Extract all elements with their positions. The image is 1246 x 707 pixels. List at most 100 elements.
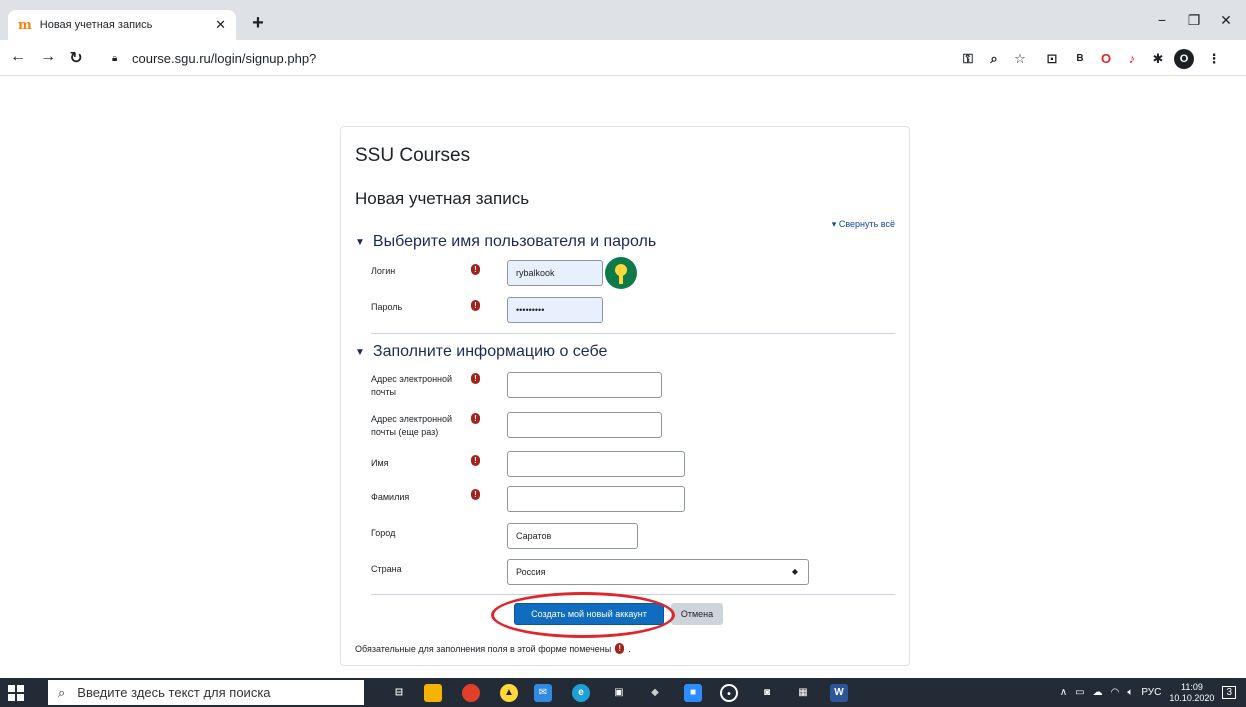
yandex-disk-icon[interactable]: ▲ — [500, 684, 518, 702]
required-note-text: Обязательные для заполнения поля в этой … — [355, 643, 612, 654]
extension-opera-icon[interactable]: O — [1096, 49, 1116, 69]
file-explorer-icon[interactable] — [424, 684, 442, 702]
lastname-label: Фамилия — [371, 492, 410, 502]
minimize-icon[interactable]: − — [1150, 12, 1174, 28]
clock[interactable]: 11:09 10.10.2020 — [1169, 682, 1214, 704]
mail-icon[interactable]: ✉ — [534, 684, 552, 702]
browser-tab[interactable]: m Новая учетная запись ✕ — [8, 10, 236, 40]
country-select[interactable]: Россия ◆ — [507, 559, 809, 585]
page-title: Новая учетная запись — [355, 189, 530, 208]
task-view-icon[interactable]: ⊟ — [390, 684, 408, 702]
email-again-label-line1: Адрес электронной — [371, 414, 453, 424]
collapse-all-label: Свернуть всё — [838, 219, 895, 229]
fox-app-icon[interactable]: ◆ — [646, 684, 664, 702]
password-manager-key-icon[interactable] — [605, 257, 637, 289]
browser-tab-bar: m Новая учетная запись ✕ + − ❐ ✕ — [0, 0, 1246, 40]
restore-icon[interactable]: ❐ — [1182, 12, 1206, 29]
required-icon: ! — [471, 413, 480, 424]
password-input[interactable]: ••••••••• — [507, 297, 603, 323]
clock-date: 10.10.2020 — [1169, 692, 1215, 703]
city-label: Город — [371, 528, 396, 538]
bookmark-star-icon[interactable]: ☆ — [1010, 49, 1030, 69]
taskbar-search-box[interactable]: ⌕ Введите здесь текст для поиска — [48, 680, 364, 705]
wifi-icon[interactable]: ◠ — [1111, 687, 1120, 698]
window-close-icon[interactable]: ✕ — [1214, 12, 1238, 29]
red-highlight-ring — [491, 592, 675, 638]
new-tab-icon[interactable]: + — [246, 12, 270, 36]
browser-toolbar: ← → ↻ 🔒︎ course.sgu.ru/login/signup.php?… — [0, 40, 1246, 76]
windows-start-icon[interactable] — [8, 685, 24, 701]
required-icon: ! — [471, 300, 480, 311]
required-note-end: . — [628, 643, 631, 654]
extension-translate-icon[interactable]: ⊡ — [1042, 49, 1062, 69]
email-input[interactable] — [507, 372, 662, 398]
required-fields-note: Обязательные для заполнения поля в этой … — [355, 643, 631, 654]
email-again-input[interactable] — [507, 412, 662, 438]
reload-icon[interactable]: ↻ — [66, 48, 86, 68]
taskbar-search-placeholder: Введите здесь текст для поиска — [77, 685, 271, 700]
windows-taskbar: ⌕ Введите здесь текст для поиска ⊟ ▲ ✉ e… — [0, 678, 1246, 707]
caret-down-icon: ▼ — [355, 236, 365, 248]
url-text: course.sgu.ru/login/signup.php? — [132, 50, 317, 66]
section-username-password-title: Выберите имя пользователя и пароль — [372, 233, 657, 250]
word-icon[interactable]: W — [830, 684, 848, 702]
section-personal-info-header[interactable]: ▼ Заполните информацию о себе — [355, 343, 607, 361]
notifications-icon[interactable]: 3 — [1222, 686, 1236, 699]
tab-title: Новая учетная запись — [39, 19, 153, 31]
email-label-line1: Адрес электронной — [371, 374, 453, 384]
cancel-button[interactable]: Отмена — [671, 603, 723, 625]
forward-icon[interactable]: → — [38, 48, 58, 66]
profile-avatar-icon[interactable]: O — [1174, 49, 1194, 69]
zoom-app-icon[interactable]: ■ — [684, 684, 702, 702]
search-icon: ⌕ — [58, 684, 66, 700]
password-label: Пароль — [371, 302, 403, 312]
clock-time: 11:09 — [1180, 681, 1203, 692]
city-input[interactable]: Саратов — [507, 523, 638, 549]
email-label: Адрес электронной почты — [371, 373, 471, 399]
address-bar[interactable]: 🔒︎ course.sgu.ru/login/signup.php? — [112, 45, 940, 71]
country-label: Страна — [371, 564, 402, 574]
section-personal-info-title: Заполните информацию о себе — [372, 343, 608, 360]
extension-music-icon[interactable]: ♪ — [1122, 49, 1142, 69]
email-again-label-line2: почты (еще раз) — [371, 427, 439, 437]
select-arrows-icon: ◆ — [791, 567, 798, 576]
calculator-icon[interactable]: ▦ — [794, 684, 812, 702]
notifications-count: 3 — [1226, 687, 1232, 698]
login-input[interactable]: rybalkook — [507, 260, 603, 286]
language-indicator[interactable]: РУС — [1141, 687, 1161, 698]
site-title: SSU Courses — [355, 145, 471, 166]
lastname-input[interactable] — [507, 486, 685, 512]
chrome-icon[interactable] — [462, 684, 480, 702]
firstname-input[interactable] — [507, 451, 685, 477]
media-player-icon[interactable]: • — [720, 684, 738, 702]
tray-expand-icon[interactable]: ∧ — [1060, 687, 1067, 698]
zoom-icon[interactable]: ⌕ — [984, 49, 1004, 69]
required-icon: ! — [471, 455, 480, 466]
edge-icon[interactable]: e — [572, 684, 590, 702]
caret-down-icon: ▼ — [355, 346, 365, 358]
back-icon[interactable]: ← — [8, 48, 28, 66]
store-icon[interactable]: ▣ — [610, 684, 628, 702]
volume-icon[interactable]: 🔈︎ — [1127, 687, 1133, 698]
collapse-all-link[interactable]: ▾ Свернуть всё — [832, 219, 895, 230]
signup-card: SSU Courses Новая учетная запись ▾ Сверн… — [340, 126, 910, 666]
onedrive-icon[interactable]: ☁ — [1093, 687, 1103, 698]
required-icon: ! — [615, 643, 625, 654]
battery-icon[interactable]: ▭ — [1075, 687, 1084, 698]
email-again-label: Адрес электронной почты (еще раз) — [371, 413, 471, 439]
extensions-puzzle-icon[interactable]: ✱ — [1148, 49, 1168, 69]
section-username-password-header[interactable]: ▼ Выберите имя пользователя и пароль — [355, 233, 656, 251]
required-icon: ! — [471, 373, 480, 384]
tab-close-icon[interactable]: ✕ — [215, 17, 226, 33]
section-divider — [371, 333, 895, 334]
lock-icon: 🔒︎ — [112, 52, 118, 64]
login-label: Логин — [371, 266, 396, 276]
required-icon: ! — [471, 489, 480, 500]
system-tray: ∧ ▭ ☁ ◠ 🔈︎ РУС 11:09 10.10.2020 3 — [1060, 678, 1236, 707]
key-icon[interactable]: ⚿ — [958, 49, 978, 69]
browser-menu-icon[interactable]: ⋮ — [1204, 49, 1224, 69]
camera-icon[interactable]: ◙ — [758, 684, 776, 702]
extension-b-icon[interactable]: B — [1070, 49, 1090, 69]
firstname-label: Имя — [371, 458, 389, 468]
country-selected-value: Россия — [516, 567, 546, 577]
